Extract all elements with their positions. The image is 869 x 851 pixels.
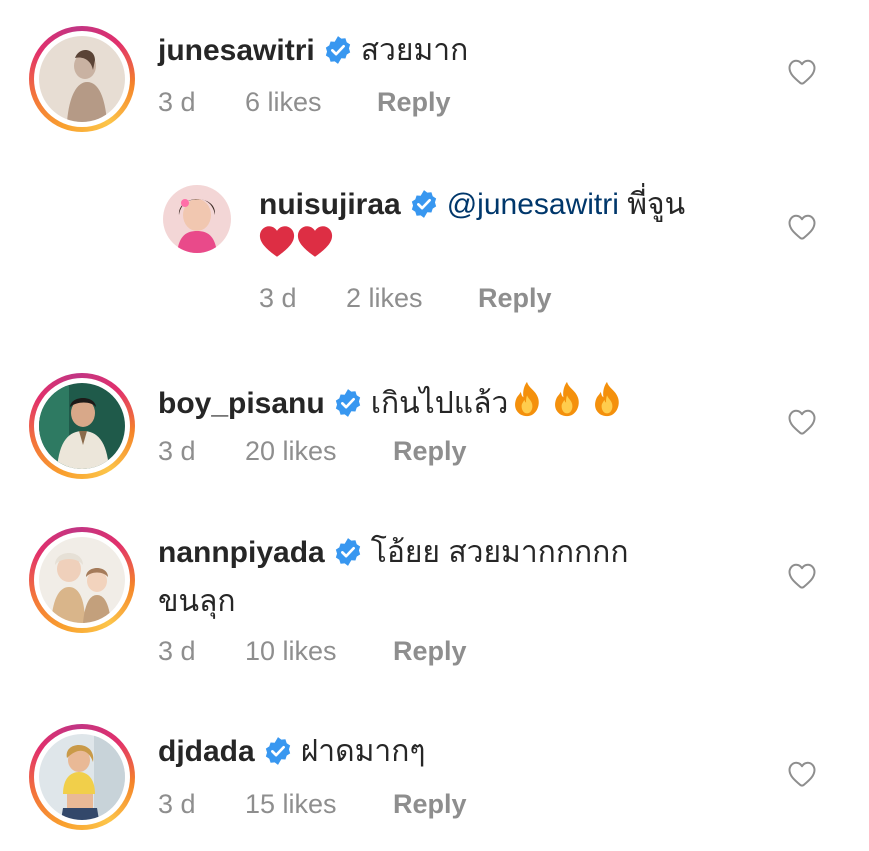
verified-badge-icon [409, 189, 439, 219]
fire-emoji-icon [512, 381, 542, 417]
reply-button[interactable]: Reply [478, 283, 552, 314]
verified-badge-icon [323, 35, 353, 65]
heart-outline-icon[interactable] [787, 58, 817, 86]
avatar [39, 734, 125, 820]
comment-text: ฝาดมากๆ [300, 735, 426, 768]
comment-username[interactable]: djdada [158, 735, 255, 768]
comment-likes[interactable]: 20 likes [245, 436, 337, 467]
avatar-story-ring[interactable] [29, 724, 135, 830]
comment-username[interactable]: junesawitri [158, 34, 315, 67]
comment-text: พี่จูน [627, 188, 686, 221]
heart-outline-icon[interactable] [787, 408, 817, 436]
fire-emoji-icon [592, 381, 622, 417]
heart-outline-icon[interactable] [787, 562, 817, 590]
heart-outline-icon[interactable] [787, 213, 817, 241]
comment-likes[interactable]: 10 likes [245, 636, 337, 667]
avatar-story-ring[interactable] [29, 26, 135, 132]
avatar [39, 36, 125, 122]
avatar-story-ring[interactable] [29, 527, 135, 633]
reply-button[interactable]: Reply [377, 87, 451, 118]
avatar [39, 383, 125, 469]
reply-button[interactable]: Reply [393, 789, 467, 820]
comment-text: สวยมาก [360, 34, 469, 67]
comments-screen: { "colors": { "username": "#262626", "me… [0, 0, 869, 851]
comment-likes[interactable]: 15 likes [245, 789, 337, 820]
reply-button[interactable]: Reply [393, 436, 467, 467]
comment-time: 3 d [158, 436, 196, 466]
comment-likes[interactable]: 2 likes [346, 283, 423, 314]
avatar [39, 537, 125, 623]
verified-badge-icon [333, 537, 363, 567]
comment-time: 3 d [158, 636, 196, 666]
comment-time: 3 d [158, 87, 196, 117]
comment-time: 3 d [158, 789, 196, 819]
comment-text: เกินไปแล้ว [370, 387, 509, 420]
comment-text: โอ้ยย สวยมากกกกก [370, 536, 629, 569]
comment-username[interactable]: boy_pisanu [158, 387, 325, 420]
comment-text-line2: ขนลุก [158, 585, 236, 618]
red-heart-emoji-icon [297, 225, 333, 258]
fire-emoji-icon [552, 381, 582, 417]
verified-badge-icon [333, 388, 363, 418]
heart-outline-icon[interactable] [787, 760, 817, 788]
reply-button[interactable]: Reply [393, 636, 467, 667]
comment-username[interactable]: nuisujiraa [259, 188, 401, 221]
avatar[interactable] [163, 185, 231, 253]
comment-username[interactable]: nannpiyada [158, 536, 325, 569]
comment-mention[interactable]: @junesawitri [447, 188, 619, 221]
comment-likes[interactable]: 6 likes [245, 87, 322, 118]
red-heart-emoji-icon [259, 225, 295, 258]
comment-time: 3 d [259, 283, 297, 313]
verified-badge-icon [263, 736, 293, 766]
avatar-story-ring[interactable] [29, 373, 135, 479]
